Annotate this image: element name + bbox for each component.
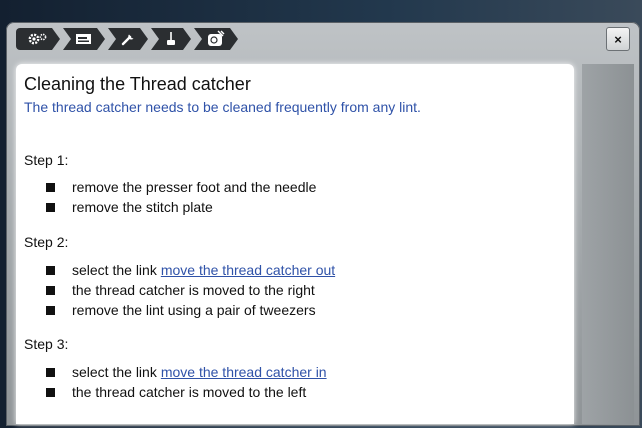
list-item: select the link move the thread catcher …: [46, 362, 327, 382]
list-item-text: the thread catcher is moved to the left: [72, 384, 307, 400]
list-item: the thread catcher is moved to the left: [46, 382, 327, 402]
move-thread-catcher-in-link[interactable]: move the thread catcher in: [161, 364, 327, 380]
bullet-icon: [46, 265, 55, 275]
help-window: × Cleaning the Thread catcher The thread…: [6, 22, 640, 426]
page-subtitle: The thread catcher needs to be cleaned f…: [24, 99, 421, 115]
list-item: remove the stitch plate: [46, 197, 316, 217]
breadcrumb-cleaning[interactable]: [151, 28, 191, 50]
list-item: remove the lint using a pair of tweezers: [46, 300, 335, 320]
breadcrumb-machine[interactable]: [63, 28, 105, 50]
breadcrumb-tools[interactable]: [108, 28, 148, 50]
bullet-icon: [46, 305, 55, 315]
breadcrumb-thread-catcher[interactable]: [194, 28, 238, 50]
step-3-label: Step 3:: [24, 336, 69, 352]
breadcrumb: [16, 28, 241, 50]
page-title: Cleaning the Thread catcher: [24, 74, 251, 94]
help-content-panel: Cleaning the Thread catcher The thread c…: [16, 64, 574, 424]
bullet-icon: [46, 202, 55, 212]
step-1-list: remove the presser foot and the needle r…: [46, 177, 316, 217]
bullet-icon: [46, 387, 55, 397]
bullet-icon: [46, 182, 55, 192]
list-item-text: the thread catcher is moved to the right: [72, 282, 315, 298]
list-item: the thread catcher is moved to the right: [46, 280, 335, 300]
bullet-icon: [46, 285, 55, 295]
list-item-text: remove the presser foot and the needle: [72, 179, 317, 195]
list-item: remove the presser foot and the needle: [46, 177, 316, 197]
list-item-text: remove the stitch plate: [72, 199, 213, 215]
step-2-list: select the link move the thread catcher …: [46, 260, 335, 320]
bullet-icon: [46, 367, 55, 377]
settings-icon: [27, 32, 49, 46]
step-3-list: select the link move the thread catcher …: [46, 362, 327, 402]
thread-catcher-icon: [206, 30, 226, 48]
step-1-label: Step 1:: [24, 152, 69, 168]
brush-icon: [163, 31, 179, 47]
move-thread-catcher-out-link[interactable]: move the thread catcher out: [161, 262, 335, 278]
close-icon: ×: [614, 31, 622, 47]
machine-icon: [75, 32, 93, 46]
step-2-label: Step 2:: [24, 234, 69, 250]
close-button[interactable]: ×: [606, 27, 630, 51]
list-item: select the link move the thread catcher …: [46, 260, 335, 280]
list-item-text: select the link: [72, 364, 157, 380]
breadcrumb-settings[interactable]: [16, 28, 60, 50]
list-item-text: remove the lint using a pair of tweezers: [72, 302, 316, 318]
wrench-icon: [120, 32, 136, 46]
list-item-text: select the link: [72, 262, 157, 278]
side-panel: [582, 64, 634, 424]
